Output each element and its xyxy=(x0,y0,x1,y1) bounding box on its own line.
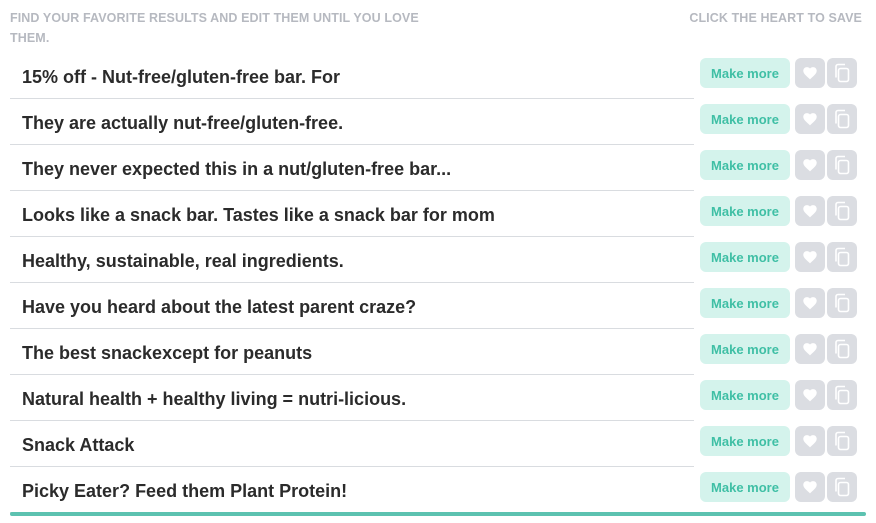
copy-icon xyxy=(833,247,851,267)
heart-icon xyxy=(803,434,817,448)
save-heart-button[interactable] xyxy=(795,380,825,410)
copy-button[interactable] xyxy=(827,288,857,318)
result-text: They are actually nut-free/gluten-free. xyxy=(22,113,344,133)
result-row: They never expected this in a nut/gluten… xyxy=(10,146,866,192)
result-row: The best snackexcept for peanuts Make mor… xyxy=(10,330,866,376)
copy-icon xyxy=(833,339,851,359)
copy-icon xyxy=(833,63,851,83)
result-text-field[interactable]: Snack Attack xyxy=(10,422,694,467)
save-heart-button[interactable] xyxy=(795,288,825,318)
result-text: Have you heard about the latest parent c… xyxy=(22,297,417,317)
result-text-field[interactable]: They never expected this in a nut/gluten… xyxy=(10,146,694,191)
make-more-button[interactable]: Make more xyxy=(700,196,790,226)
save-heart-button[interactable] xyxy=(795,104,825,134)
result-row: Picky Eater? Feed them Plant Protein! Mak… xyxy=(10,468,866,514)
save-heart-button[interactable] xyxy=(795,150,825,180)
copy-button[interactable] xyxy=(827,380,857,410)
copy-button[interactable] xyxy=(827,426,857,456)
make-more-button[interactable]: Make more xyxy=(700,334,790,364)
result-text-field[interactable]: Natural health + healthy living = nutri-… xyxy=(10,376,694,421)
heart-icon xyxy=(803,342,817,356)
result-text-field[interactable]: Picky Eater? Feed them Plant Protein! xyxy=(10,468,694,513)
result-row: Snack Attack Make more xyxy=(10,422,866,468)
result-row: Healthy, sustainable, real ingredients. M… xyxy=(10,238,866,284)
accent-bar xyxy=(10,512,866,516)
make-more-button[interactable]: Make more xyxy=(700,150,790,180)
copy-button[interactable] xyxy=(827,150,857,180)
result-text: Healthy, sustainable, real ingredients. xyxy=(22,251,344,271)
make-more-button[interactable]: Make more xyxy=(700,242,790,272)
copy-icon xyxy=(833,109,851,129)
heart-icon xyxy=(803,296,817,310)
heart-icon xyxy=(803,204,817,218)
make-more-button[interactable]: Make more xyxy=(700,58,790,88)
result-row: Looks like a snack bar. Tastes like a sn… xyxy=(10,192,866,238)
heart-icon xyxy=(803,112,817,126)
result-text-field[interactable]: They are actually nut-free/gluten-free. xyxy=(10,100,694,145)
result-text: Picky Eater? Feed them Plant Protein! xyxy=(22,481,348,501)
save-heart-button[interactable] xyxy=(795,196,825,226)
result-text: Natural health + healthy living = nutri-… xyxy=(22,389,407,409)
make-more-button[interactable]: Make more xyxy=(700,380,790,410)
copy-button[interactable] xyxy=(827,196,857,226)
copy-button[interactable] xyxy=(827,334,857,364)
make-more-button[interactable]: Make more xyxy=(700,104,790,134)
heart-icon xyxy=(803,158,817,172)
make-more-button[interactable]: Make more xyxy=(700,472,790,502)
copy-button[interactable] xyxy=(827,58,857,88)
copy-icon xyxy=(833,201,851,221)
heart-icon xyxy=(803,250,817,264)
save-heart-button[interactable] xyxy=(795,58,825,88)
save-hint-text: CLICK THE HEART TO SAVE xyxy=(689,11,862,25)
result-row: They are actually nut-free/gluten-free. M… xyxy=(10,100,866,146)
copy-icon xyxy=(833,431,851,451)
save-heart-button[interactable] xyxy=(795,334,825,364)
copy-button[interactable] xyxy=(827,472,857,502)
result-text-field[interactable]: Looks like a snack bar. Tastes like a sn… xyxy=(10,192,694,237)
result-row: Natural health + healthy living = nutri-… xyxy=(10,376,866,422)
result-text: The best snackexcept for peanuts xyxy=(22,343,313,363)
result-text: Looks like a snack bar. Tastes like a sn… xyxy=(22,205,495,225)
result-text: Snack Attack xyxy=(22,435,135,455)
copy-icon xyxy=(833,385,851,405)
result-text-field[interactable]: The best snackexcept for peanuts xyxy=(10,330,694,375)
heart-icon xyxy=(803,480,817,494)
copy-icon xyxy=(833,477,851,497)
results-list: 15% off - Nut-free/gluten-free bar. For M… xyxy=(10,54,866,514)
make-more-button[interactable]: Make more xyxy=(700,288,790,318)
results-header: FIND YOUR FAVORITE RESULTS AND EDIT THEM… xyxy=(10,8,862,48)
save-heart-button[interactable] xyxy=(795,472,825,502)
result-text-field[interactable]: 15% off - Nut-free/gluten-free bar. For xyxy=(10,54,694,99)
result-text: They never expected this in a nut/gluten… xyxy=(22,159,452,179)
make-more-button[interactable]: Make more xyxy=(700,426,790,456)
copy-button[interactable] xyxy=(827,104,857,134)
heart-icon xyxy=(803,66,817,80)
copy-icon xyxy=(833,293,851,313)
heart-icon xyxy=(803,388,817,402)
result-row: Have you heard about the latest parent c… xyxy=(10,284,866,330)
result-text-field[interactable]: Healthy, sustainable, real ingredients. xyxy=(10,238,694,283)
save-heart-button[interactable] xyxy=(795,242,825,272)
copy-button[interactable] xyxy=(827,242,857,272)
save-heart-button[interactable] xyxy=(795,426,825,456)
instructions-text: FIND YOUR FAVORITE RESULTS AND EDIT THEM… xyxy=(10,11,419,45)
result-row: 15% off - Nut-free/gluten-free bar. For M… xyxy=(10,54,866,100)
result-text: 15% off - Nut-free/gluten-free bar. For xyxy=(22,67,341,87)
result-text-field[interactable]: Have you heard about the latest parent c… xyxy=(10,284,694,329)
copy-icon xyxy=(833,155,851,175)
